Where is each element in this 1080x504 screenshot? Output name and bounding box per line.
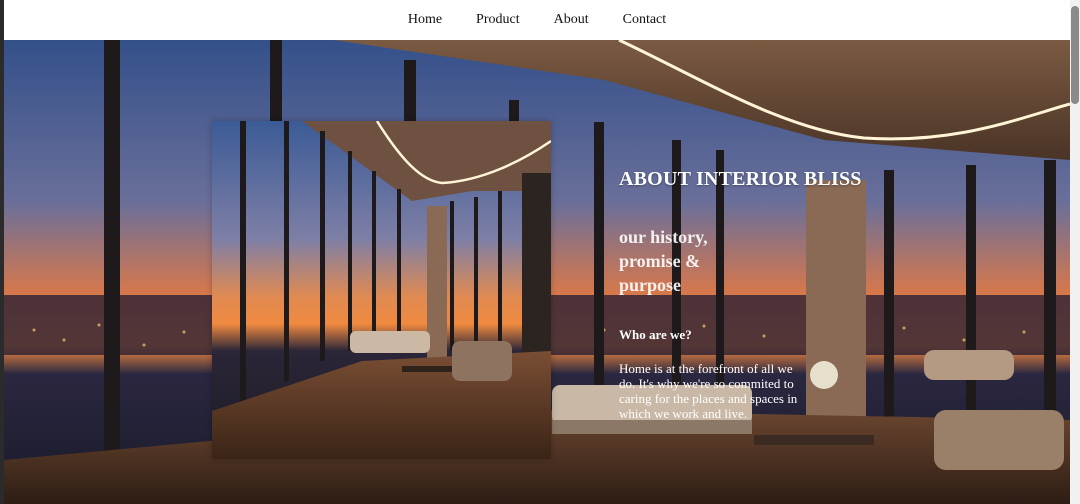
about-section: ABOUT INTERIOR BLISS our history, promis… bbox=[619, 168, 879, 421]
nav-link-contact[interactable]: Contact bbox=[623, 12, 667, 28]
interior-inset-image bbox=[212, 121, 551, 459]
nav-link-product[interactable]: Product bbox=[476, 12, 520, 28]
page-scrollbar-thumb[interactable] bbox=[1071, 6, 1079, 104]
who-are-we-body: Home is at the forefront of all we do. I… bbox=[619, 361, 798, 421]
about-title: ABOUT INTERIOR BLISS bbox=[619, 168, 862, 190]
inset-scene-graphic bbox=[212, 121, 551, 459]
who-are-we-heading: Who are we? bbox=[619, 327, 692, 342]
top-navbar: Home Product About Contact bbox=[4, 0, 1070, 40]
nav-link-about[interactable]: About bbox=[554, 12, 589, 28]
about-subtitle: our history, promise & purpose bbox=[619, 227, 708, 295]
window-edge bbox=[0, 0, 4, 504]
nav-link-home[interactable]: Home bbox=[408, 12, 442, 28]
